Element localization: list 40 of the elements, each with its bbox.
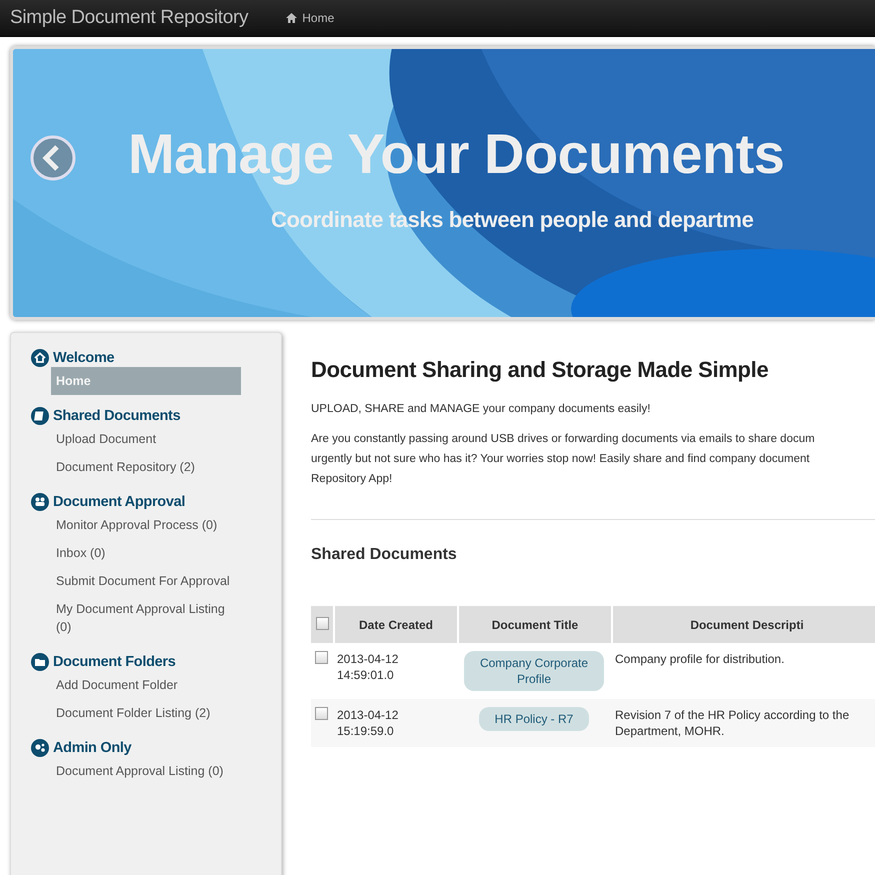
people-icon [31, 493, 49, 511]
description-cell-text: Company profile for distribution. [614, 651, 786, 668]
row-checkbox[interactable] [315, 651, 328, 664]
page-heading: Document Sharing and Storage Made Simple [311, 357, 770, 383]
home-icon [31, 349, 49, 367]
row-checkbox[interactable] [315, 707, 328, 720]
sidebar-item[interactable]: Monitor Approval Process (0) [51, 511, 241, 539]
date-cell-text: 2013-04-12 14:59:01.0 [336, 651, 400, 684]
description-cell: Revision 7 of the HR Policy according to the Department, MOHR. [611, 699, 875, 747]
folder-icon [31, 653, 49, 671]
sidebar-item[interactable]: My Document Approval Listing (0) [51, 595, 241, 641]
column-header: Date Created [333, 606, 457, 643]
document-link[interactable]: HR Policy - R7 [478, 707, 590, 731]
home-link[interactable]: Home [286, 11, 334, 25]
sidebar-item[interactable]: Add Document Folder [51, 671, 241, 699]
banner-title: Manage Your Documents [128, 121, 784, 186]
sidebar-item[interactable]: Upload Document [51, 425, 241, 453]
section-heading: Document Approval [53, 494, 186, 510]
section-heading: Welcome [53, 350, 114, 366]
gears-icon [31, 739, 49, 757]
section-title: Shared Documents [311, 546, 458, 564]
column-header: Document Descripti [611, 606, 875, 643]
date-cell: 2013-04-12 15:19:59.0 [333, 699, 457, 747]
book-icon [31, 407, 49, 425]
section-heading: Admin Only [53, 740, 132, 756]
sidebar-item[interactable]: Document Approval Listing (0) [51, 757, 241, 785]
section-heading: Shared Documents [53, 408, 180, 424]
app-title: Simple Document Repository [9, 7, 248, 29]
column-header: Document Title [457, 606, 611, 643]
document-link[interactable]: Company Corporate Profile [464, 651, 604, 691]
sidebar-item[interactable]: Document Repository (2) [51, 453, 241, 481]
intro-text: UPLOAD, SHARE and MANAGE your company documents easily! [311, 402, 652, 417]
sidebar-item[interactable]: Inbox (0) [51, 539, 241, 567]
sidebar-item[interactable]: Submit Document For Approval [51, 567, 241, 595]
banner-subtitle: Coordinate tasks between people and departme [271, 207, 754, 233]
sidebar-item[interactable]: Document Folder Listing (2) [51, 699, 241, 727]
description-paragraph: Are you constantly passing around USB drives or forwarding documents via emails to share docum urgently but not sure who has it? Your worries stop now! Easily share and find company document Repository App! [311, 432, 816, 487]
select-all-checkbox[interactable] [316, 616, 328, 630]
home-icon [286, 13, 298, 23]
section-heading: Document Folders [53, 654, 176, 670]
